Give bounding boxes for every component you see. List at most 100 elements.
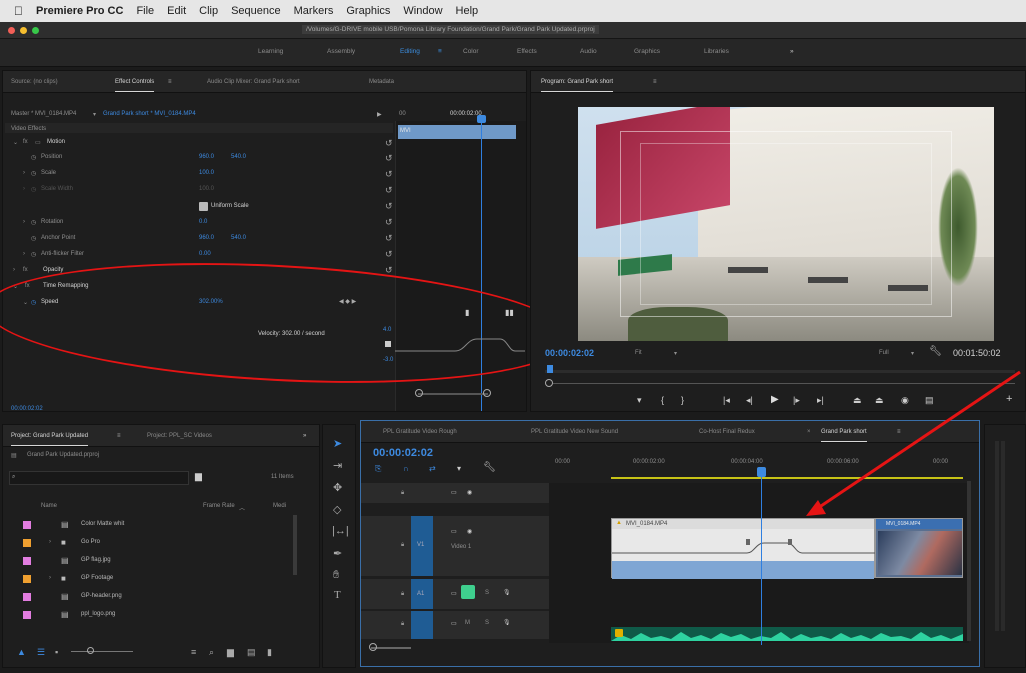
video-clip-2[interactable]: MVI_0184.MP4 xyxy=(875,518,963,578)
microphone-icon[interactable]: 🎙︎ xyxy=(503,589,511,596)
reset-icon[interactable]: ↺ xyxy=(385,233,393,244)
stopwatch-icon[interactable]: ◷ xyxy=(31,235,36,242)
source-patch-a2[interactable] xyxy=(411,611,433,639)
zoom-window-button[interactable] xyxy=(32,27,39,34)
project-item[interactable]: › ■ Go Pro xyxy=(9,535,289,551)
stopwatch-icon[interactable]: ◷ xyxy=(31,219,36,226)
lock-icon[interactable]: 🔒︎ xyxy=(401,621,404,628)
lock-icon[interactable]: 🔒︎ xyxy=(401,490,404,497)
eye-icon[interactable]: ◉ xyxy=(467,489,472,496)
play-icon[interactable]: ▶ xyxy=(771,394,779,405)
sort-icon[interactable]: ︿ xyxy=(239,503,245,512)
snap-icon[interactable]: ∩ xyxy=(403,464,409,473)
mini-zoom-bar[interactable] xyxy=(418,393,488,395)
audio-clip[interactable] xyxy=(611,627,963,641)
label-color-swatch[interactable] xyxy=(23,575,31,583)
sequence-clip-label[interactable]: Grand Park short * MVI_0184.MP4 xyxy=(103,111,196,117)
zoom-handle[interactable] xyxy=(545,379,553,387)
fx-icon[interactable]: fx xyxy=(23,139,28,145)
timeline-zoom-bar[interactable] xyxy=(371,647,411,649)
menu-clip[interactable]: Clip xyxy=(199,5,218,17)
button-editor-icon[interactable]: ▤ xyxy=(925,395,934,406)
uniform-scale-checkbox[interactable] xyxy=(199,202,208,211)
tab-project-grand-park[interactable]: Project: Grand Park Updated xyxy=(11,433,89,446)
sort-options-icon[interactable]: ≡ xyxy=(191,647,196,657)
razor-tool-icon[interactable]: ◇ xyxy=(333,503,341,516)
expand-opacity-icon[interactable]: › xyxy=(13,267,15,273)
more-workspaces-icon[interactable]: » xyxy=(790,48,794,55)
chevron-down-icon[interactable]: ▾ xyxy=(674,350,677,357)
workspace-audio[interactable]: Audio xyxy=(580,48,597,55)
menu-file[interactable]: File xyxy=(136,5,154,17)
stopwatch-icon[interactable]: ◷ xyxy=(31,186,36,193)
mini-playhead-handle[interactable] xyxy=(477,115,486,123)
reset-icon[interactable]: ↺ xyxy=(385,138,393,149)
workspace-color[interactable]: Color xyxy=(463,48,479,55)
extract-icon[interactable]: ⏏ xyxy=(875,395,884,406)
expand-flicker-icon[interactable]: › xyxy=(23,251,25,257)
icon-view-icon[interactable]: ▪ xyxy=(55,647,58,657)
stopwatch-icon[interactable]: ◷ xyxy=(31,170,36,177)
ripple-edit-tool-icon[interactable]: ✥ xyxy=(333,481,342,494)
tab-project-ppl[interactable]: Project: PPL_SC Videos xyxy=(147,433,212,439)
go-to-out-icon[interactable]: ▸| xyxy=(817,395,824,406)
program-scrubber[interactable] xyxy=(545,370,1015,373)
chevron-down-icon[interactable]: ▾ xyxy=(93,111,96,118)
label-color-swatch[interactable] xyxy=(23,521,31,529)
expand-folder-icon[interactable]: › xyxy=(49,575,51,581)
tab-source[interactable]: Source: (no clips) xyxy=(11,79,58,85)
step-back-icon[interactable]: ◂| xyxy=(746,395,753,406)
lift-icon[interactable]: ⏏ xyxy=(853,395,862,406)
workspace-graphics[interactable]: Graphics xyxy=(634,48,660,55)
mute-button[interactable]: M xyxy=(465,620,470,626)
find-icon[interactable]: ⌕ xyxy=(209,647,214,658)
menu-help[interactable]: Help xyxy=(456,5,479,17)
expand-folder-icon[interactable]: › xyxy=(49,539,51,545)
clip-speed-line[interactable] xyxy=(612,539,876,561)
fx-icon[interactable]: fx xyxy=(23,267,28,273)
video-clip[interactable]: ▲ MVI_0184.MP4 xyxy=(611,518,876,579)
tab-ppl-gratitude-rough[interactable]: PPL Gratitude Video Rough xyxy=(383,429,457,435)
list-view-icon[interactable]: ☰ xyxy=(37,647,45,658)
program-video-frame[interactable] xyxy=(578,107,994,341)
reset-icon[interactable]: ↺ xyxy=(385,201,393,212)
go-to-in-icon[interactable]: |◂ xyxy=(723,395,730,406)
tab-cohost-final[interactable]: Co-Host Final Redux xyxy=(699,429,755,435)
add-marker-icon[interactable]: ▾ xyxy=(637,395,642,406)
project-item[interactable]: › ■ GP Footage xyxy=(9,571,289,587)
workspace-learning[interactable]: Learning xyxy=(258,48,283,55)
project-item[interactable]: ▤ GP-header.png xyxy=(9,589,289,605)
track-select-tool-icon[interactable]: ⇥ xyxy=(333,459,342,472)
chevron-down-icon[interactable]: ▾ xyxy=(911,350,914,357)
workspace-effects[interactable]: Effects xyxy=(517,48,537,55)
anchor-y-value[interactable]: 540.0 xyxy=(231,235,246,241)
type-tool-icon[interactable]: T xyxy=(334,589,341,601)
effect-controls-timecode[interactable]: 00:00:02:02 xyxy=(11,406,43,412)
label-color-swatch[interactable] xyxy=(23,557,31,565)
trash-icon[interactable]: ▮ xyxy=(267,647,272,658)
new-bin-icon[interactable]: ▆ xyxy=(195,471,202,482)
wrench-icon[interactable]: 🔧︎ xyxy=(929,346,942,357)
column-name-header[interactable]: Name xyxy=(41,503,57,509)
menu-edit[interactable]: Edit xyxy=(167,5,186,17)
thumbnail-size-slider[interactable] xyxy=(71,651,133,652)
tab-program[interactable]: Program: Grand Park short xyxy=(541,79,614,92)
timeline-playhead-handle[interactable] xyxy=(757,467,766,477)
tab-grand-park-short[interactable]: Grand Park short xyxy=(821,429,867,442)
timeline-vertical-scrollbar[interactable] xyxy=(967,481,971,641)
wrench-icon[interactable]: 🔧︎ xyxy=(483,462,496,473)
label-color-swatch[interactable] xyxy=(23,539,31,547)
add-marker-icon[interactable]: ▾ xyxy=(457,464,461,473)
reset-icon[interactable]: ↺ xyxy=(385,153,393,164)
app-menu[interactable]: Premiere Pro CC xyxy=(36,5,123,17)
close-window-button[interactable] xyxy=(8,27,15,34)
step-forward-icon[interactable]: |▸ xyxy=(793,395,800,406)
minimize-window-button[interactable] xyxy=(20,27,27,34)
mute-button[interactable] xyxy=(461,585,475,599)
label-color-swatch[interactable] xyxy=(23,593,31,601)
tab-menu-icon[interactable]: ≡ xyxy=(653,79,657,85)
workspace-editing[interactable]: Editing xyxy=(400,48,420,55)
position-y-value[interactable]: 540.0 xyxy=(231,154,246,160)
expand-scale-width-icon[interactable]: › xyxy=(23,186,25,192)
tab-menu-icon[interactable]: ≡ xyxy=(897,429,901,435)
